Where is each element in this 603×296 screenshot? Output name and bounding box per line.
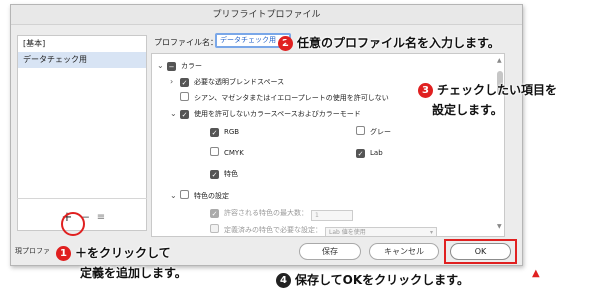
cmyk-checkbox[interactable] [210, 147, 219, 156]
arrow-left-icon: ◀ [283, 36, 291, 47]
annotation-3-line1: チェックしたい項目を [437, 83, 558, 97]
annotation-2: 2 任意のプロファイル名を入力します。 [278, 34, 500, 51]
gray-checkbox[interactable] [356, 126, 365, 135]
annotation-4-text: 保存してOKをクリックします。 [295, 273, 469, 287]
step-3-badge: 3 [418, 83, 433, 98]
chevron-down-icon[interactable]: ⌄ [157, 60, 167, 72]
save-button[interactable]: 保存 [299, 243, 361, 260]
cmyk-label: CMYK [224, 149, 244, 157]
annotation-2-text: 任意のプロファイル名を入力します。 [297, 36, 500, 50]
add-button-highlight [61, 212, 85, 236]
chevron-down-icon[interactable]: ⌄ [170, 108, 180, 120]
lab-label: Lab [370, 149, 383, 157]
profile-item-basic[interactable]: [基本] [18, 36, 146, 52]
transparent-blend-row[interactable]: › ✓ 必要な透明ブレンドスペース [170, 76, 284, 88]
cmy-plate-label: シアン、マゼンタまたはイエロープレートの使用を許可しない [194, 94, 389, 102]
annotation-4: 4 保存してOKをクリックします。 [276, 271, 469, 288]
annotation-1-line2: 定義を追加します。 [80, 266, 187, 280]
transparent-blend-label: 必要な透明ブレンドスペース [194, 78, 285, 86]
profile-list: [基本] データチェック用 [17, 35, 147, 231]
rgb-row[interactable]: ✓ RGB [210, 126, 239, 138]
list-divider [17, 198, 147, 199]
transparent-blend-checkbox[interactable]: ✓ [180, 78, 189, 87]
spot-settings-row[interactable]: ⌄ 特色の設定 [170, 190, 229, 202]
spot-checkbox[interactable]: ✓ [210, 170, 219, 179]
lab-checkbox[interactable]: ✓ [356, 149, 365, 158]
disallowed-modes-checkbox[interactable]: ✓ [180, 110, 189, 119]
ok-highlight-box: OK [444, 239, 517, 264]
scroll-down-icon[interactable]: ▼ [497, 223, 502, 230]
annotation-3b: 設定します。 [432, 101, 503, 118]
gray-row[interactable]: グレー [356, 126, 391, 138]
max-spot-checkbox[interactable]: ✓ [210, 209, 219, 218]
step-1-badge: 1 [56, 246, 71, 261]
lab-values-select[interactable]: Lab 値を使用 [325, 227, 437, 236]
color-section-checkbox[interactable]: − [167, 62, 176, 71]
profile-item-data-check[interactable]: データチェック用 [18, 52, 146, 68]
step-4-badge: 4 [276, 273, 291, 288]
disallowed-modes-label: 使用を許可しないカラースペースおよびカラーモード [194, 110, 361, 118]
profile-name-label: プロファイル名： [154, 38, 218, 47]
ok-button[interactable]: OK [450, 243, 511, 260]
disallowed-modes-row[interactable]: ⌄ ✓ 使用を許可しないカラースペースおよびカラーモード [170, 108, 361, 120]
profile-menu-icon[interactable]: ≡ [95, 210, 107, 226]
color-section-label: カラー [181, 62, 202, 70]
lab-values-label: 定義済みの特色で必要な設定： [224, 226, 322, 234]
arrow-up-icon: ▲ [532, 268, 540, 279]
annotation-1: 1 ＋をクリックして [56, 244, 171, 261]
scroll-up-icon[interactable]: ▲ [497, 57, 502, 64]
dialog-title: プリフライトプロファイル [11, 5, 522, 25]
annotation-1-line1: ＋をクリックして [75, 246, 171, 260]
cancel-button[interactable]: キャンセル [369, 243, 439, 260]
chevron-right-icon[interactable]: › [170, 76, 180, 88]
spot-settings-checkbox[interactable] [180, 190, 189, 199]
rgb-label: RGB [224, 128, 240, 136]
current-profile-label: 現プロファ [15, 247, 50, 255]
max-spot-row: ✓ 許容される特色の最大数： 1 [210, 207, 353, 221]
lab-values-row: 定義済みの特色で必要な設定： Lab 値を使用 [210, 224, 437, 236]
spot-row[interactable]: ✓ 特色 [210, 168, 238, 180]
cmy-plate-checkbox[interactable] [180, 92, 189, 101]
rgb-checkbox[interactable]: ✓ [210, 128, 219, 137]
spot-label: 特色 [224, 170, 238, 178]
max-spot-label: 許容される特色の最大数： [224, 209, 308, 217]
lab-row[interactable]: ✓ Lab [356, 147, 383, 159]
spot-settings-label: 特色の設定 [194, 192, 229, 200]
lab-values-checkbox[interactable] [210, 224, 219, 233]
chevron-down-icon[interactable]: ⌄ [170, 190, 180, 202]
cmyk-row[interactable]: CMYK [210, 147, 244, 159]
annotation-1b: 定義を追加します。 [80, 264, 187, 281]
max-spot-input[interactable]: 1 [311, 210, 353, 221]
annotation-3: 3 チェックしたい項目を [418, 81, 557, 98]
annotation-3-line2: 設定します。 [432, 103, 503, 117]
gray-label: グレー [370, 128, 391, 136]
cmy-plate-row[interactable]: シアン、マゼンタまたはイエロープレートの使用を許可しない [180, 92, 389, 104]
color-section-row[interactable]: ⌄ − カラー [157, 60, 202, 72]
